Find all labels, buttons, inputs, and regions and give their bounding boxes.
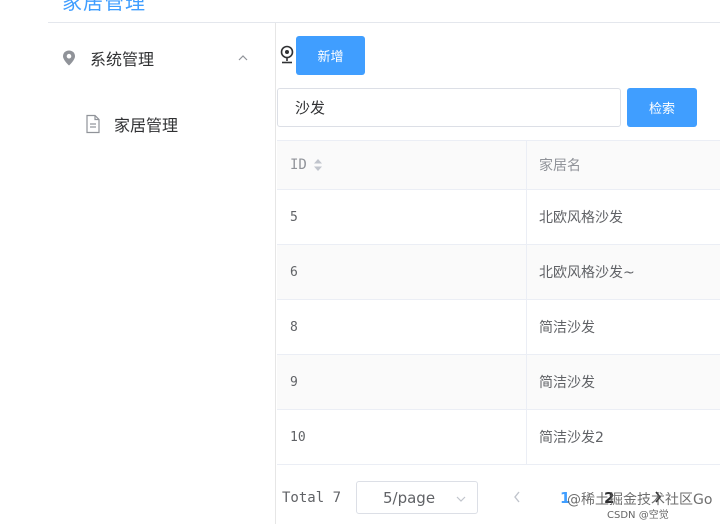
cell-id: 6 xyxy=(277,245,527,299)
cell-name: 北欧风格沙发 xyxy=(539,210,623,226)
furniture-table: ID 家居名 5 北欧风格沙发 6 北欧风格沙发~ 8 简洁沙发 9 简洁沙发 … xyxy=(277,140,720,465)
location-icon xyxy=(63,50,75,66)
app-title: 家居管理 xyxy=(62,0,146,14)
table-row[interactable]: 9 简洁沙发 xyxy=(277,355,720,410)
page-size-select[interactable]: 5/page xyxy=(356,481,478,514)
sidebar-item-furniture[interactable]: 家居管理 xyxy=(84,109,264,139)
pagination-total: Total 7 xyxy=(282,490,342,506)
cell-name: 简洁沙发 xyxy=(539,375,595,391)
table-row[interactable]: 5 北欧风格沙发 xyxy=(277,190,720,245)
sort-icon[interactable] xyxy=(313,158,323,172)
chevron-up-icon[interactable] xyxy=(236,51,250,65)
search-input[interactable] xyxy=(277,88,621,127)
sidebar-menu-label: 系统管理 xyxy=(90,50,155,69)
table-row[interactable]: 6 北欧风格沙发~ xyxy=(277,245,720,300)
cell-id: 5 xyxy=(277,190,527,244)
add-button[interactable]: 新增 xyxy=(296,36,365,75)
table-row[interactable]: 10 简洁沙发2 xyxy=(277,410,720,465)
cell-id: 10 xyxy=(277,410,527,464)
page-size-value: 5/page xyxy=(383,488,436,507)
sidebar-item-label: 家居管理 xyxy=(114,116,179,135)
map-pin-icon xyxy=(280,45,294,64)
search-button[interactable]: 检索 xyxy=(627,88,697,127)
column-header-id[interactable]: ID xyxy=(277,141,527,189)
sidebar: 系统管理 家居管理 xyxy=(48,23,276,524)
document-icon xyxy=(86,114,100,134)
cell-name: 简洁沙发2 xyxy=(539,430,604,446)
cell-id: 8 xyxy=(277,300,527,354)
table-row[interactable]: 8 简洁沙发 xyxy=(277,300,720,355)
cell-name: 简洁沙发 xyxy=(539,320,595,336)
sidebar-menu-system[interactable]: 系统管理 xyxy=(60,43,260,73)
table-header-row: ID 家居名 xyxy=(277,140,720,190)
main-content: 新增 检索 ID 家居名 5 北欧风格沙发 6 北欧风格沙发~ 8 简洁沙发 xyxy=(277,23,720,524)
cell-id: 9 xyxy=(277,355,527,409)
pagination: Total 7 5/page 1 2 @稀土掘金技术社区Go CSDN @空觉 xyxy=(277,481,720,521)
column-header-id-label: ID xyxy=(290,157,307,173)
prev-page-icon[interactable] xyxy=(510,489,524,505)
cell-name: 北欧风格沙发~ xyxy=(539,265,635,281)
chevron-down-icon xyxy=(456,496,466,502)
column-header-name: 家居名 xyxy=(539,158,581,174)
csdn-watermark: CSDN @空觉 xyxy=(607,510,669,521)
